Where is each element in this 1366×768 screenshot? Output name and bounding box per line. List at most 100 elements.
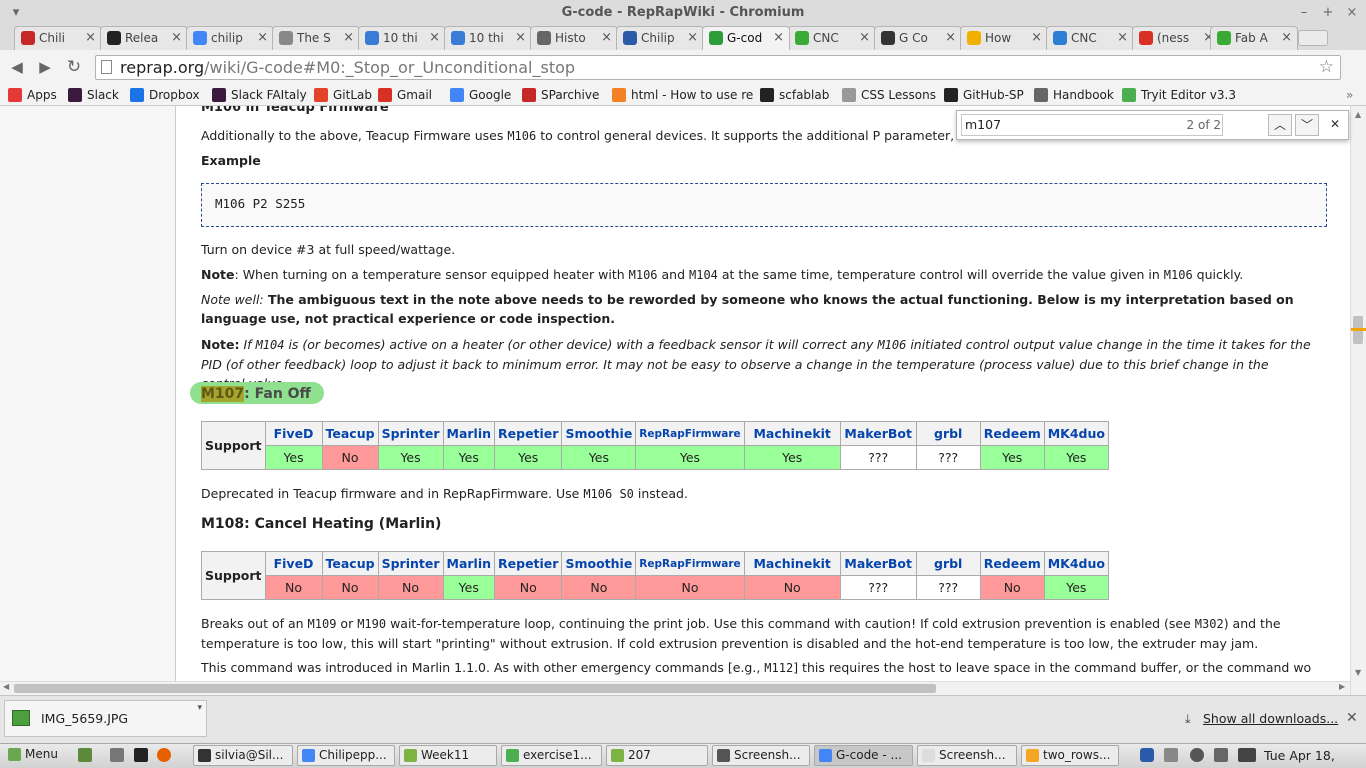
firmware-link[interactable]: Redeem <box>979 421 1045 446</box>
taskbar-item-7[interactable]: Screensh... <box>917 745 1017 766</box>
firmware-link[interactable]: RepRapFirmware <box>635 421 745 446</box>
tab-0[interactable]: Chili × <box>14 26 102 50</box>
back-arrow-icon[interactable]: ◀ <box>6 56 28 78</box>
close-tab-icon[interactable]: × <box>773 27 784 49</box>
close-tab-icon[interactable]: × <box>687 27 698 49</box>
close-tab-icon[interactable]: × <box>171 27 182 49</box>
tab-8[interactable]: G-cod × <box>702 26 790 50</box>
volume-icon[interactable] <box>1214 748 1228 762</box>
bookmark-5[interactable]: Gmail <box>378 84 432 106</box>
close-tab-icon[interactable]: × <box>343 27 354 49</box>
find-input[interactable]: m107 <box>961 114 1223 136</box>
maximize-icon[interactable]: + <box>1318 0 1338 26</box>
close-tab-icon[interactable]: × <box>1281 27 1292 49</box>
bookmark-1[interactable]: Slack <box>68 84 119 106</box>
bookmark-3[interactable]: Slack FAItaly <box>212 84 307 106</box>
vertical-scrollbar[interactable]: ▲ ▼ <box>1350 106 1366 695</box>
firmware-link[interactable]: grbl <box>915 551 981 576</box>
reload-icon[interactable]: ↻ <box>63 56 85 78</box>
taskbar-item-1[interactable]: Chilipepp... <box>297 745 395 766</box>
minimize-icon[interactable]: – <box>1294 0 1314 26</box>
tab-7[interactable]: Chilip × <box>616 26 704 50</box>
tab-9[interactable]: CNC × <box>788 26 876 50</box>
close-tab-icon[interactable]: × <box>945 27 956 49</box>
firmware-link[interactable]: MakerBot <box>839 421 917 446</box>
file-manager-icon[interactable] <box>110 748 124 762</box>
bookmark-0[interactable]: Apps <box>8 84 57 106</box>
battery-icon[interactable] <box>1238 748 1256 762</box>
scroll-down-icon[interactable]: ▼ <box>1355 668 1361 677</box>
tab-3[interactable]: The S × <box>272 26 360 50</box>
tab-2[interactable]: chilip × <box>186 26 274 50</box>
firmware-link[interactable]: Repetier <box>494 551 563 576</box>
bookmark-13[interactable]: Tryit Editor v3.3 <box>1122 84 1236 106</box>
firmware-link[interactable]: Machinekit <box>743 551 841 576</box>
firmware-link[interactable]: MakerBot <box>839 551 917 576</box>
close-tab-icon[interactable]: × <box>1031 27 1042 49</box>
terminal-icon[interactable] <box>134 748 148 762</box>
tab-13[interactable]: (ness × <box>1132 26 1220 50</box>
find-next-icon[interactable]: ﹀ <box>1295 114 1319 136</box>
firmware-link[interactable]: FiveD <box>264 421 323 446</box>
bookmark-12[interactable]: Handbook <box>1034 84 1114 106</box>
close-tab-icon[interactable]: × <box>859 27 870 49</box>
taskbar-item-0[interactable]: silvia@Sil... <box>193 745 293 766</box>
bluetooth-icon[interactable] <box>1190 748 1204 762</box>
tab-11[interactable]: How × <box>960 26 1048 50</box>
tab-12[interactable]: CNC × <box>1046 26 1134 50</box>
bookmark-10[interactable]: CSS Lessons <box>842 84 936 106</box>
firmware-link[interactable]: Teacup <box>321 551 379 576</box>
bookmark-star-icon[interactable]: ☆ <box>1319 56 1334 79</box>
firmware-link[interactable]: MK4duo <box>1043 421 1109 446</box>
network-icon[interactable] <box>1164 748 1178 762</box>
close-tab-icon[interactable]: × <box>85 27 96 49</box>
tab-10[interactable]: G Co × <box>874 26 962 50</box>
close-shelf-icon[interactable]: ✕ <box>1346 700 1358 737</box>
firefox-icon[interactable] <box>157 748 171 762</box>
horizontal-scroll-thumb[interactable] <box>14 684 936 693</box>
download-menu-icon[interactable]: ▾ <box>197 691 202 726</box>
show-all-downloads-link[interactable]: ⤓ Show all downloads... <box>1185 700 1338 737</box>
scroll-right-icon[interactable]: ▶ <box>1339 682 1345 691</box>
bookmark-6[interactable]: Google <box>450 84 511 106</box>
tab-5[interactable]: 10 thi × <box>444 26 532 50</box>
start-menu-button[interactable]: Menu <box>4 745 70 766</box>
clock[interactable]: Tue Apr 18, 22:14 <box>1264 743 1366 768</box>
close-tab-icon[interactable]: × <box>515 27 526 49</box>
bookmark-4[interactable]: GitLab <box>314 84 372 106</box>
forward-arrow-icon[interactable]: ▶ <box>34 56 56 78</box>
window-menu-icon[interactable]: ▾ <box>6 0 26 26</box>
taskbar-item-4[interactable]: 207 <box>606 745 708 766</box>
address-bar[interactable]: reprap.org/wiki/G-code#M0:_Stop_or_Uncon… <box>95 55 1341 80</box>
firmware-link[interactable]: Redeem <box>979 551 1045 576</box>
close-window-icon[interactable]: × <box>1342 0 1362 26</box>
bookmark-9[interactable]: scfablab <box>760 84 829 106</box>
bookmark-2[interactable]: Dropbox <box>130 84 200 106</box>
scroll-up-icon[interactable]: ▲ <box>1355 110 1361 119</box>
tab-1[interactable]: Relea × <box>100 26 188 50</box>
find-close-icon[interactable]: ✕ <box>1323 114 1347 136</box>
find-previous-icon[interactable]: ︿ <box>1268 114 1292 136</box>
firmware-link[interactable]: grbl <box>915 421 981 446</box>
scroll-left-icon[interactable]: ◀ <box>3 682 9 691</box>
bookmark-8[interactable]: html - How to use re <box>612 84 753 106</box>
taskbar-item-2[interactable]: Week11 <box>399 745 497 766</box>
security-shield-icon[interactable] <box>1140 748 1154 762</box>
firmware-link[interactable]: RepRapFirmware <box>635 551 745 576</box>
firmware-link[interactable]: Machinekit <box>743 421 841 446</box>
tab-4[interactable]: 10 thi × <box>358 26 446 50</box>
close-tab-icon[interactable]: × <box>601 27 612 49</box>
close-tab-icon[interactable]: × <box>1117 27 1128 49</box>
firmware-link[interactable]: Smoothie <box>561 421 637 446</box>
firmware-link[interactable]: Marlin <box>442 551 496 576</box>
tab-6[interactable]: Histo × <box>530 26 618 50</box>
close-tab-icon[interactable]: × <box>257 27 268 49</box>
firmware-link[interactable]: Sprinter <box>377 551 444 576</box>
bookmark-7[interactable]: SParchive <box>522 84 599 106</box>
tab-14[interactable]: Fab A × <box>1210 26 1298 50</box>
firmware-link[interactable]: Repetier <box>494 421 563 446</box>
bookmark-11[interactable]: GitHub-SP <box>944 84 1024 106</box>
taskbar-item-6[interactable]: G-code - ... <box>814 745 913 766</box>
new-tab-button[interactable] <box>1298 30 1328 46</box>
firmware-link[interactable]: FiveD <box>264 551 323 576</box>
